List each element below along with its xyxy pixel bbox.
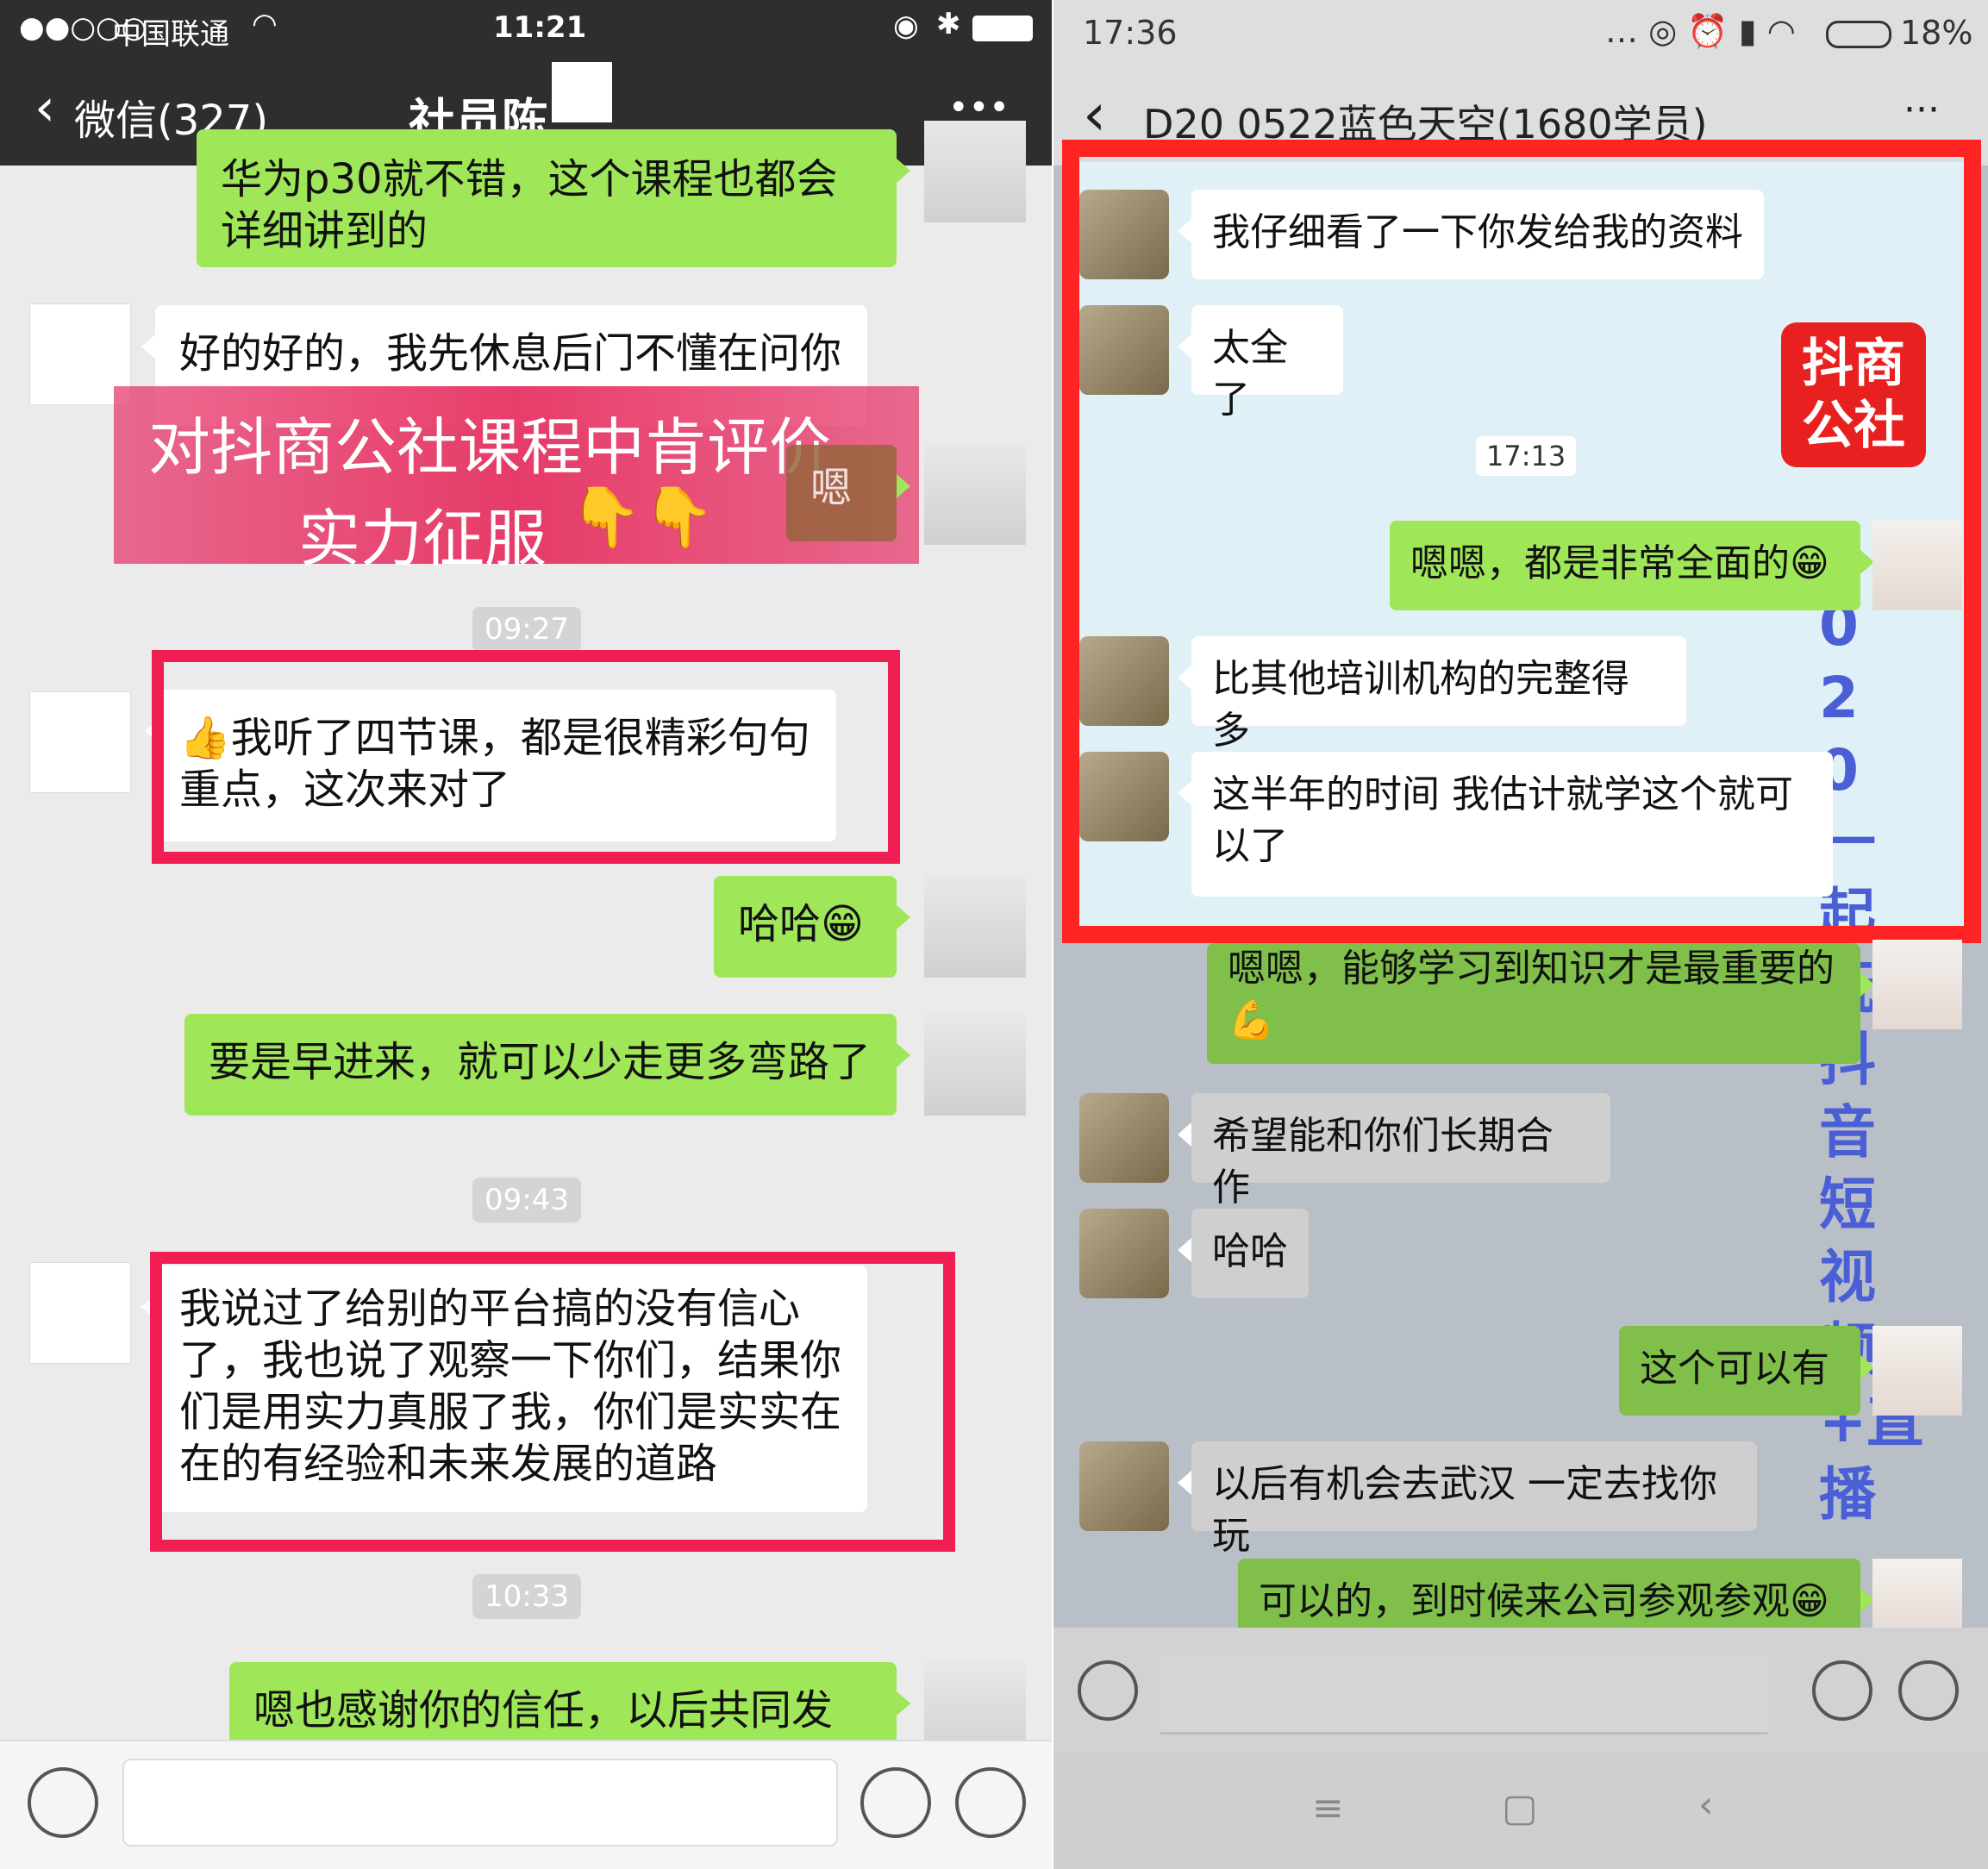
avatar-contact[interactable] <box>1079 1441 1169 1531</box>
avatar-self[interactable] <box>924 121 1026 222</box>
left-chat-screenshot: ●●○○○ 中国联通 ◠ 11:21 ◉ ✱ ‹ 微信(327) 社员陈 •••… <box>0 0 1052 1869</box>
status-bar: 17:36 … ◎ ⏰ ▮ ◠ 18% <box>1053 0 1988 71</box>
battery-icon <box>972 16 1033 41</box>
voice-icon[interactable] <box>1078 1660 1138 1721</box>
timestamp: 09:43 <box>472 1178 581 1222</box>
message-bubble-out: 华为p30就不错，这个课程也都会详细讲到的 <box>197 129 910 267</box>
message-bubble-in: 哈哈 <box>1178 1209 1309 1298</box>
back-chevron-icon[interactable]: ‹ <box>34 78 55 138</box>
message-input[interactable] <box>122 1759 838 1847</box>
plus-icon[interactable] <box>955 1767 1026 1838</box>
timestamp: 09:27 <box>472 607 581 652</box>
lock-rotation-icon: ◉ <box>893 9 919 43</box>
message-text: 这个可以有 <box>1640 1347 1829 1391</box>
home-icon[interactable]: ▢ <box>1502 1786 1538 1830</box>
avatar-contact[interactable] <box>29 1262 131 1364</box>
pointing-down-emoji-icon: 👇👇 <box>569 484 716 552</box>
more-button[interactable]: ··· <box>1904 88 1940 132</box>
plus-icon[interactable] <box>1898 1660 1959 1721</box>
message-text: 好的好的，我先休息后门不懂在问你 <box>179 329 842 378</box>
bluetooth-icon: ✱ <box>936 7 961 41</box>
emoji-icon[interactable] <box>1812 1660 1872 1721</box>
avatar-contact[interactable] <box>1079 1093 1169 1183</box>
highlight-box <box>152 650 900 864</box>
message-bubble-out: 要是早进来，就可以少走更多弯路了 <box>184 1014 910 1116</box>
grin-emoji-icon: 😁 <box>821 900 865 948</box>
menu-icon[interactable]: ≡ <box>1312 1786 1344 1830</box>
timestamp: 10:33 <box>472 1574 581 1619</box>
message-bubble-in: 以后有机会去武汉 一定去找你玩 <box>1178 1441 1757 1558</box>
flex-emoji-icon: 💪 <box>1228 998 1275 1042</box>
status-bar: ●●○○○ 中国联通 ◠ 11:21 ◉ ✱ <box>0 0 1052 57</box>
android-nav-bar: ≡ ▢ ‹ <box>1053 1753 1988 1869</box>
banner-line2: 实力征服 <box>298 503 547 575</box>
message-bubble-out: 这个可以有 <box>1619 1326 1874 1416</box>
message-text: 哈哈 <box>1212 1229 1288 1273</box>
avatar-self[interactable] <box>1872 940 1962 1029</box>
message-bubble-out: 嗯嗯，能够学习到知识才是最重要的 💪 <box>1207 943 1874 1064</box>
battery-level: 18% <box>1900 14 1973 52</box>
avatar-self[interactable] <box>924 1014 1026 1116</box>
grin-emoji-icon: 😁 <box>1790 1579 1829 1623</box>
right-chat-screenshot: 17:36 … ◎ ⏰ ▮ ◠ 18% ‹ D20 0522蓝色天空(1680学… <box>1053 0 1988 1869</box>
banner-line1: 对抖商公社课程中肯评价 <box>148 411 832 484</box>
message-input[interactable] <box>1160 1655 1767 1735</box>
message-bubble-out: 哈哈😁 <box>714 876 910 978</box>
avatar-self[interactable] <box>924 443 1026 545</box>
avatar-self[interactable] <box>924 876 1026 978</box>
emoji-icon[interactable] <box>860 1767 931 1838</box>
message-text: 嗯 <box>810 464 853 512</box>
blur-patch <box>552 62 612 122</box>
battery-icon <box>1826 21 1891 48</box>
message-text: 嗯嗯，能够学习到知识才是最重要的 <box>1228 947 1835 991</box>
back-icon[interactable]: ‹ <box>1698 1783 1714 1827</box>
message-text: 要是早进来，就可以少走更多弯路了 <box>209 1038 872 1086</box>
message-bubble-in: 希望能和你们长期合作 <box>1178 1093 1610 1210</box>
status-icons: … ◎ ⏰ ▮ ◠ <box>1605 12 1796 50</box>
highlight-box <box>1062 140 1981 943</box>
highlight-box <box>150 1252 955 1552</box>
message-bubble-out: 嗯 <box>786 445 910 541</box>
status-time: 17:36 <box>1083 14 1178 52</box>
message-text: 哈哈 <box>738 900 822 948</box>
message-text: 可以的，到时候来公司参观参观 <box>1259 1579 1790 1623</box>
avatar-self[interactable] <box>1872 1326 1962 1416</box>
voice-icon[interactable] <box>28 1767 98 1838</box>
message-text: 华为p30就不错，这个课程也都会详细讲到的 <box>221 155 838 255</box>
carrier-label: 中国联通 <box>112 17 229 52</box>
wifi-icon: ◠ <box>252 7 278 41</box>
avatar-contact[interactable] <box>29 691 131 793</box>
avatar-contact[interactable] <box>1079 1209 1169 1298</box>
status-time: 11:21 <box>493 10 587 45</box>
